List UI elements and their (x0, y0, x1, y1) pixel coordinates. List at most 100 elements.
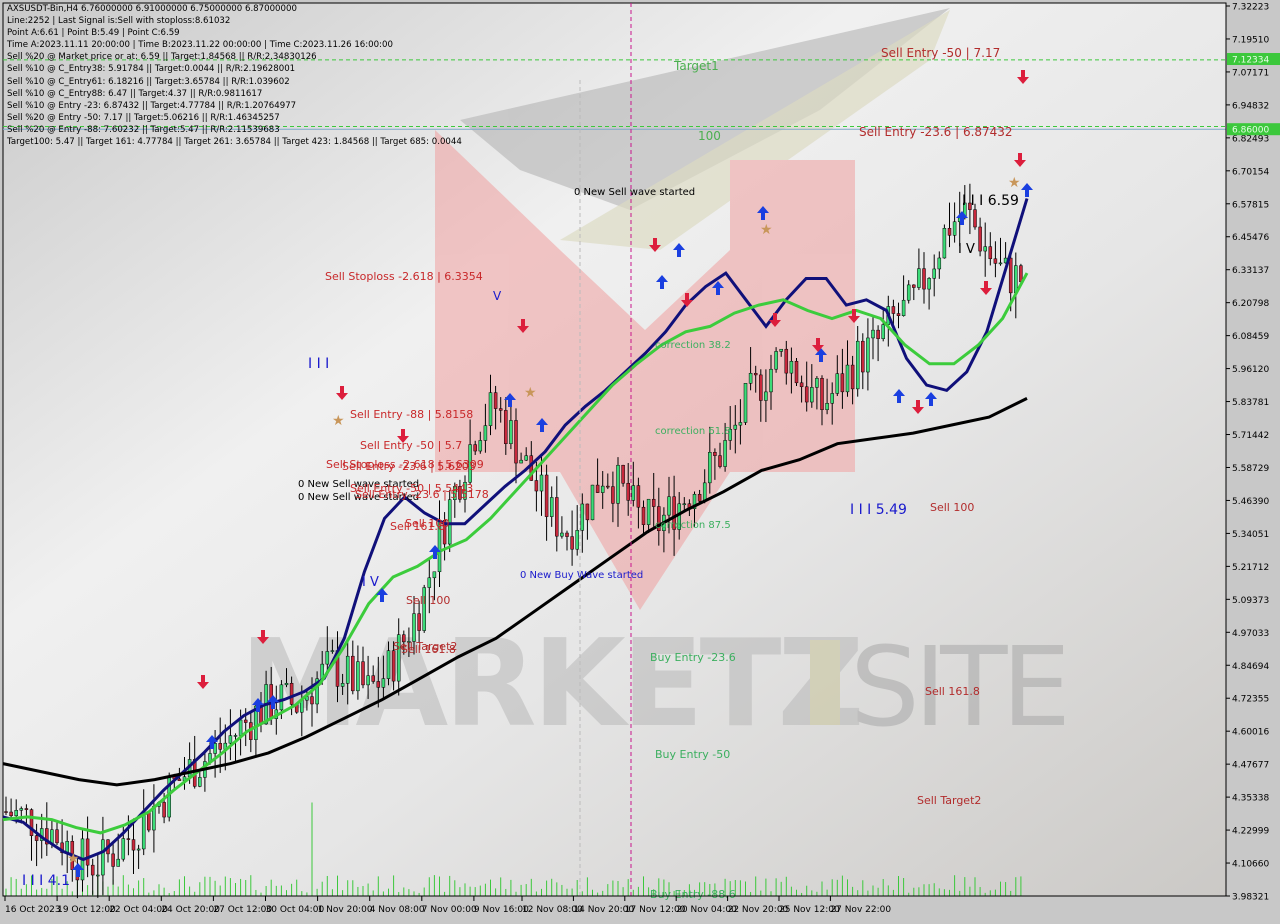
annotation-sell-161-8: Sell 161.8 (390, 520, 445, 533)
annotation-sell-161-8: Sell 161.8 (925, 685, 980, 698)
candle-bull (1014, 265, 1018, 294)
candle-bull (96, 874, 100, 877)
candle-bear (111, 853, 115, 867)
candle-bear (611, 486, 615, 504)
y-tick-label: 6.20798 (1232, 299, 1269, 309)
candle-bear (891, 306, 896, 314)
candle-bull (381, 678, 386, 688)
candle-bear (595, 484, 600, 493)
chart-window[interactable]: MARKETZ SITE ★ ★ ★ ★ ★ Target1 100 Sell Entry … (0, 0, 1280, 920)
candle-bull (121, 838, 126, 860)
y-tick-label: 5.83781 (1232, 398, 1269, 408)
x-tick-label: 27 Nov 22:00 (830, 905, 891, 915)
candle-bull (325, 651, 330, 665)
annotation-sell-entry-88-5-8158: Sell Entry -88 | 5.8158 (350, 408, 473, 421)
candle-bear (371, 675, 375, 682)
info-line: Sell %20 @ Entry -50: 7.17 || Target:5.0… (7, 112, 280, 123)
candle-bear (9, 811, 13, 817)
annotation-i-v: I V (958, 242, 975, 257)
candle-bear (850, 364, 855, 390)
y-tick-label: 5.21712 (1232, 563, 1269, 573)
y-tick-label: 5.34051 (1232, 530, 1269, 540)
candle-bear (973, 209, 977, 228)
candle-bear (131, 839, 136, 851)
y-tick-label: 4.60016 (1232, 728, 1269, 738)
candle-bull (524, 455, 528, 461)
candle-bull (136, 848, 141, 851)
candle-bull (810, 387, 814, 403)
y-tick-label: 7.19510 (1232, 35, 1269, 45)
candle-bear (636, 485, 641, 508)
candle-bull (279, 684, 284, 711)
candle-bull (631, 485, 636, 501)
candle-bear (243, 719, 248, 723)
candle-bull (284, 682, 289, 686)
annotation-i-i-i: I I I (308, 356, 329, 372)
candle-bull (983, 246, 987, 252)
annotation-0-new-sell-wave-started: 0 New Sell wave started (574, 187, 695, 198)
candle-bear (861, 340, 865, 373)
info-panel: AXSUSDT-Bin,H4 6.76000000 6.91000000 6.7… (7, 3, 462, 148)
annotation-buy-entry-50: Buy Entry -50 (655, 748, 730, 761)
candle-bull (356, 661, 360, 692)
candle-bull (682, 503, 687, 506)
x-tick-label: 7 Nov 00:00 (422, 905, 477, 915)
candle-bull (789, 361, 794, 374)
annotation-sell-entry-50-5-7: Sell Entry -50 | 5.7 (360, 439, 462, 452)
candle-bull (432, 571, 437, 579)
candle-bull (539, 474, 544, 492)
annotation-buy-entry-23-6: Buy Entry -23.6 (650, 651, 736, 664)
candle-bear (799, 382, 804, 388)
candle-bull (580, 503, 585, 531)
candle-bear (147, 812, 151, 831)
candle-bear (376, 681, 381, 688)
candle-bear (34, 835, 39, 841)
y-tick-label: 6.94832 (1232, 101, 1269, 111)
info-line: Sell %10 @ C_Entry38: 5.91784 || Target:… (7, 64, 296, 75)
annotation-i-i-i-6-59: I I I 6.59 (962, 193, 1019, 209)
info-line: Target100: 5.47 || Target 161: 4.77784 |… (7, 137, 462, 148)
candle-bear (493, 392, 498, 409)
candle-bear (1008, 257, 1013, 294)
candle-bear (651, 498, 656, 507)
candle-bull (779, 348, 783, 352)
price-tag-label: 7.12334 (1232, 56, 1269, 66)
candle-bear (912, 284, 916, 288)
x-tick-label: 9 Nov 16:00 (474, 905, 529, 915)
annotation-sell-entry-23-6-5-5178: Sell Entry -23.6 | 5.5178 (355, 488, 489, 501)
candle-bull (549, 497, 554, 517)
y-tick-label: 6.82493 (1232, 134, 1269, 144)
price-tag-label: 6.86000 (1232, 126, 1269, 136)
candle-bear (514, 420, 518, 464)
candle-bull (733, 424, 738, 430)
candle-bull (386, 650, 391, 679)
y-tick-label: 4.97033 (1232, 629, 1269, 639)
candle-bull (845, 364, 850, 393)
candle-bear (544, 474, 549, 517)
candle-bull (708, 452, 712, 484)
annotation-v: V (493, 289, 502, 303)
info-line: Sell %10 @ C_Entry88: 6.47 || Target:4.3… (7, 88, 263, 99)
candle-bull (738, 422, 743, 426)
candle-bear (947, 228, 952, 236)
candle-bull (871, 329, 875, 339)
candle-bull (412, 613, 416, 642)
star-icon: ★ (524, 385, 537, 401)
candle-bull (901, 299, 906, 316)
candle-bear (289, 682, 294, 705)
annotation-i-i-i-4-1: I I I 4.1 (22, 873, 70, 889)
candle-bear (570, 536, 574, 550)
candle-bear (759, 374, 763, 401)
candle-bear (753, 373, 758, 376)
candle-bear (565, 532, 569, 537)
candle-bear (876, 329, 880, 339)
candle-bull (560, 532, 564, 537)
candle-bull (855, 340, 860, 390)
annotation-sell-target2: Sell Target2 (917, 794, 981, 807)
candle-bull (774, 351, 778, 370)
candle-bear (794, 361, 799, 384)
y-tick-label: 4.84694 (1232, 662, 1269, 672)
candle-bull (575, 530, 579, 550)
y-tick-label: 4.47677 (1232, 761, 1269, 771)
candle-bear (820, 378, 824, 411)
